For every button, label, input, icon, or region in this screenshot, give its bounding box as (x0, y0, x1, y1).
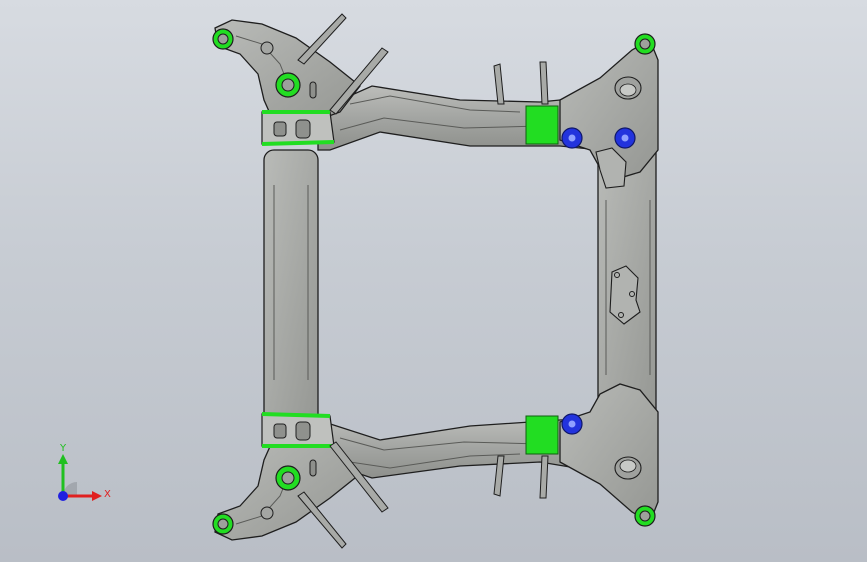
blue-bushing-lower[interactable] (561, 413, 583, 435)
left-side-member[interactable] (263, 149, 319, 431)
lower-arm-bushing[interactable] (275, 465, 301, 491)
corner-mount-bottom-right[interactable] (634, 505, 656, 527)
lower-collar[interactable] (261, 412, 335, 448)
upper-arm-bushing[interactable] (275, 72, 301, 98)
upper-right-mount-block[interactable] (525, 105, 559, 145)
corner-mount-top-left[interactable] (212, 28, 234, 50)
subframe-model[interactable] (0, 0, 867, 562)
y-axis-label: Y (60, 443, 67, 454)
lower-right-mount-block[interactable] (525, 415, 559, 455)
blue-bushing-upper-1[interactable] (561, 127, 583, 149)
axis-triad: Y X (44, 440, 124, 510)
upper-collar[interactable] (261, 110, 335, 146)
triad-graphic (58, 454, 102, 501)
x-axis-label: X (104, 489, 111, 500)
corner-mount-top-right[interactable] (634, 33, 656, 55)
upper-right-gusset[interactable] (559, 39, 659, 189)
lower-right-gusset[interactable] (559, 383, 659, 523)
blue-bushing-upper-2[interactable] (614, 127, 636, 149)
cad-viewport[interactable]: Y X (0, 0, 867, 562)
corner-mount-bottom-left[interactable] (212, 513, 234, 535)
